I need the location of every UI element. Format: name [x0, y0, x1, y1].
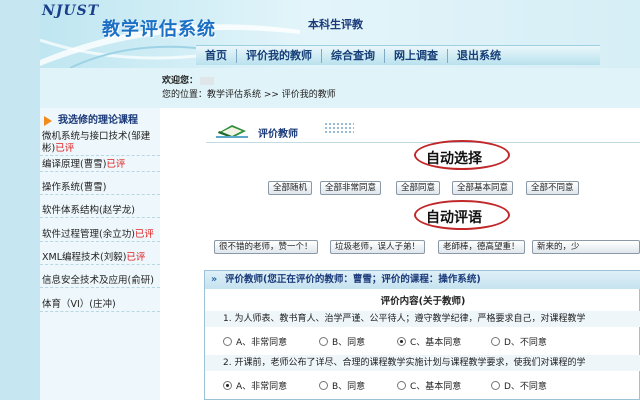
- sidebar-item-course-7[interactable]: 信息安全技术及应用(俞研): [40, 274, 160, 288]
- option-label: A、非常同意: [236, 382, 288, 392]
- nav-query[interactable]: 综合查询: [322, 48, 385, 63]
- sidebar-item-course-4[interactable]: 软件体系结构(赵学龙): [40, 204, 160, 218]
- radio-button[interactable]: [491, 381, 500, 390]
- left-background-strip: [0, 0, 40, 400]
- nav-home[interactable]: 首页: [196, 48, 237, 63]
- breadcrumb: 您的位置：教学评估系统 >> 评价我的教师: [162, 90, 336, 100]
- comment-button-criticize[interactable]: 垃圾老师，误人子弟！: [330, 240, 426, 254]
- section-title: 评价教师: [258, 129, 298, 140]
- redacted-username: [200, 76, 215, 85]
- q2-option-d[interactable]: D、不同意: [491, 379, 547, 392]
- sidebar-heading-label: 我选修的理论课程: [58, 115, 138, 126]
- evaluated-tag: 已评: [134, 229, 154, 240]
- sidebar-item-course-2[interactable]: 编译原理(曹雪)已评: [40, 158, 160, 172]
- nav-evaluate-teachers[interactable]: 评价我的教师: [237, 48, 322, 63]
- panel-title: 评价教师(您正在评价的教师：曹雪；评价的课程：操作系统): [225, 274, 481, 285]
- button-all-random[interactable]: 全部随机: [268, 181, 313, 195]
- divider: [206, 142, 640, 143]
- course-name: 编译原理(曹雪): [42, 159, 107, 170]
- book-icon: [216, 125, 248, 138]
- main-content: 评价教师 自动选择 全部随机 全部非常同意 全部同意 全部基本同意 全部不同意 …: [176, 108, 640, 400]
- q2-option-c[interactable]: C、基本同意: [397, 379, 461, 392]
- radio-button-selected[interactable]: [397, 337, 406, 346]
- radio-button[interactable]: [319, 337, 328, 346]
- comment-button-respect[interactable]: 老師棒，德高望重！: [438, 240, 525, 254]
- radio-button[interactable]: [491, 337, 500, 346]
- sidebar-item-course-3[interactable]: 操作系统(曹雪): [40, 181, 160, 195]
- sidebar-item-course-8[interactable]: 体育（VI）(庄冲): [40, 298, 160, 312]
- welcome-text: 欢迎您：: [162, 73, 215, 86]
- option-label: D、不同意: [504, 382, 547, 392]
- course-name: 软件体系结构(赵学龙): [42, 205, 135, 216]
- option-label: C、基本同意: [410, 338, 462, 348]
- question-2-options: A、非常同意 B、同意 C、基本同意 D、不同意: [205, 377, 640, 393]
- q1-option-c[interactable]: C、基本同意: [397, 335, 461, 348]
- course-name: 体育（VI）(庄冲): [42, 299, 116, 310]
- course-name: 信息安全技术及应用(俞研): [42, 275, 154, 286]
- arrow-icon: [44, 116, 52, 126]
- q1-option-b[interactable]: B、同意: [319, 335, 365, 348]
- q1-option-a[interactable]: A、非常同意: [223, 335, 287, 348]
- panel-header: » 评价教师(您正在评价的教师：曹雪；评价的课程：操作系统): [205, 271, 640, 289]
- sidebar-item-course-6[interactable]: XML编程技术(刘毅)已评: [40, 251, 160, 265]
- course-name: 微机系统与接口技术(邹建: [42, 131, 151, 142]
- course-name: XML编程技术(刘毅): [42, 252, 127, 263]
- option-label: B、同意: [332, 382, 366, 392]
- radio-button-selected[interactable]: [223, 381, 232, 390]
- evaluated-tag: 已评: [106, 159, 126, 170]
- option-label: B、同意: [332, 338, 366, 348]
- top-navigation: 首页 评价我的教师 综合查询 网上调查 退出系统: [196, 45, 600, 65]
- option-label: C、基本同意: [410, 382, 462, 392]
- logo-chinese: 教学评估系统: [102, 19, 216, 40]
- course-name: 操作系统(曹雪): [42, 182, 107, 193]
- decorative-dots: [324, 122, 354, 134]
- button-all-agree[interactable]: 全部同意: [396, 181, 441, 195]
- evaluation-panel: » 评价教师(您正在评价的教师：曹雪；评价的课程：操作系统) 评价内容(关于教师…: [204, 270, 640, 400]
- q2-option-a[interactable]: A、非常同意: [223, 379, 287, 392]
- sidebar-item-course-1-cont[interactable]: 彬)已评: [40, 142, 160, 156]
- course-name: 软件过程管理(余立功): [42, 229, 135, 240]
- welcome-band: 欢迎您： 您的位置：教学评估系统 >> 评价我的教师: [40, 68, 640, 108]
- question-1-options: A、非常同意 B、同意 C、基本同意 D、不同意: [205, 333, 640, 349]
- button-all-disagree[interactable]: 全部不同意: [526, 181, 579, 195]
- section-header: 评价教师: [176, 108, 640, 144]
- q2-option-b[interactable]: B、同意: [319, 379, 365, 392]
- button-all-strongly-agree[interactable]: 全部非常同意: [320, 181, 382, 195]
- radio-button[interactable]: [223, 337, 232, 346]
- evaluated-tag: 已评: [55, 143, 75, 154]
- radio-button[interactable]: [397, 381, 406, 390]
- system-subtitle: 本科生评教: [308, 18, 363, 31]
- sidebar-item-course-5[interactable]: 软件过程管理(余立功)已评: [40, 228, 160, 242]
- nav-logout[interactable]: 退出系统: [448, 49, 510, 63]
- double-chevron-icon: »: [211, 274, 218, 285]
- comment-button-new[interactable]: 新来的，少: [532, 240, 640, 254]
- option-label: A、非常同意: [236, 338, 288, 348]
- sidebar-heading: 我选修的理论课程: [40, 112, 160, 130]
- comment-button-praise[interactable]: 很不错的老师，赞一个！: [214, 240, 318, 254]
- question-2: 2. 开课前，老师公布了详尽、合理的课程教学实施计划与课程教学要求，使我们对课程…: [205, 355, 640, 371]
- button-all-basically-agree[interactable]: 全部基本同意: [452, 181, 514, 195]
- option-label: D、不同意: [504, 338, 547, 348]
- highlight-ellipse-select: [414, 140, 510, 170]
- question-1: 1. 为人师表、教书育人、治学严谨、公平待人；遵守教学纪律，严格要求自己，对课程…: [205, 311, 640, 327]
- q1-option-d[interactable]: D、不同意: [491, 335, 547, 348]
- highlight-ellipse-comment: [414, 200, 510, 230]
- column-heading: 评价内容(关于教师): [380, 296, 466, 307]
- evaluated-tag: 已评: [126, 252, 146, 263]
- welcome-label: 欢迎您：: [162, 76, 199, 86]
- course-sidebar: 我选修的理论课程 微机系统与接口技术(邹建 彬)已评 编译原理(曹雪)已评 操作…: [40, 108, 160, 400]
- nav-survey[interactable]: 网上调查: [385, 48, 448, 63]
- logo-english: NJUST: [42, 3, 100, 19]
- course-name: 彬): [42, 143, 56, 154]
- radio-button[interactable]: [319, 381, 328, 390]
